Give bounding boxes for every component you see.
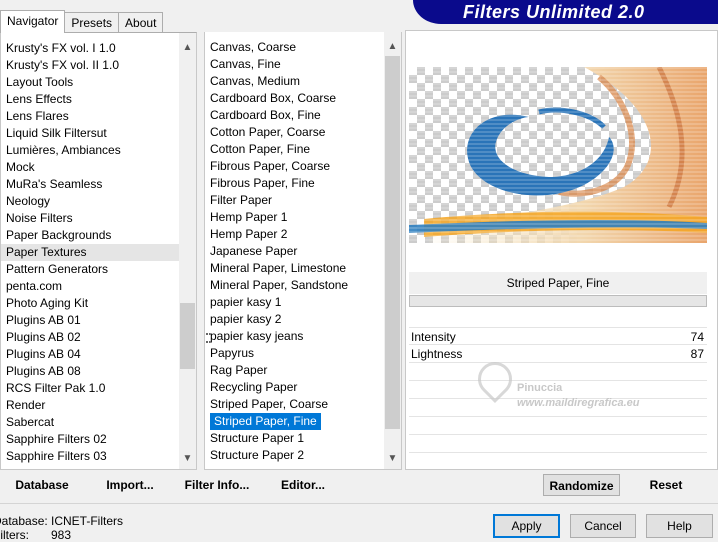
- param-row-intensity[interactable]: Intensity 74: [409, 327, 707, 345]
- list-item[interactable]: Plugins AB 02: [1, 329, 180, 346]
- list-item[interactable]: Cotton Paper, Coarse: [205, 124, 385, 141]
- list-item[interactable]: Krusty's FX vol. II 1.0: [1, 57, 180, 74]
- tab-about[interactable]: About: [118, 12, 164, 32]
- list-item[interactable]: Cotton Paper, Fine: [205, 141, 385, 158]
- app-title-banner: Filters Unlimited 2.0: [413, 0, 718, 24]
- param-row-lightness[interactable]: Lightness 87: [409, 345, 707, 363]
- list-item[interactable]: Plugins AB 08: [1, 363, 180, 380]
- reset-button[interactable]: Reset: [636, 474, 696, 496]
- import-button[interactable]: Import...: [100, 474, 160, 496]
- list-item[interactable]: Canvas, Medium: [205, 73, 385, 90]
- editor-button[interactable]: Editor...: [276, 474, 330, 496]
- category-list[interactable]: Krusty's FX vol. I 1.0 Krusty's FX vol. I…: [0, 32, 197, 470]
- list-item[interactable]: Hemp Paper 2: [205, 226, 385, 243]
- param-row-empty: [409, 435, 707, 453]
- grip-icon: [206, 333, 211, 343]
- scroll-thumb[interactable]: [180, 303, 195, 369]
- list-item[interactable]: Noise Filters: [1, 210, 180, 227]
- list-item[interactable]: Lens Effects: [1, 91, 180, 108]
- list-item[interactable]: Hemp Paper 1: [205, 209, 385, 226]
- app-title: Filters Unlimited 2.0: [463, 2, 645, 22]
- list-item[interactable]: Canvas, Fine: [205, 56, 385, 73]
- list-item[interactable]: Filter Paper: [205, 192, 385, 209]
- list-item[interactable]: Striped Paper, Coarse: [205, 396, 385, 413]
- list-item[interactable]: papier kasy 1: [205, 294, 385, 311]
- randomize-button[interactable]: Randomize: [543, 474, 620, 496]
- apply-button[interactable]: Apply: [493, 514, 560, 538]
- tab-bar: Navigator Presets About: [0, 10, 164, 33]
- category-scrollbar[interactable]: ▲ ▼: [179, 33, 196, 469]
- list-item[interactable]: Sapphire Filters 02: [1, 431, 180, 448]
- help-button[interactable]: Help: [646, 514, 713, 538]
- list-item[interactable]: Render: [1, 397, 180, 414]
- tab-navigator[interactable]: Navigator: [0, 10, 66, 33]
- list-item[interactable]: Recycling Paper: [205, 379, 385, 396]
- list-item[interactable]: Structure Paper 2: [205, 447, 385, 464]
- list-item[interactable]: Plugins AB 01: [1, 312, 180, 329]
- param-row-empty: [409, 417, 707, 435]
- watermark-line2: www.maildiregrafica.eu: [517, 397, 640, 409]
- status-db-value: ICNET-Filters: [51, 514, 123, 528]
- param-label: Intensity: [411, 330, 456, 344]
- filter-items: Canvas, Coarse Canvas, Fine Canvas, Medium…: [205, 39, 385, 464]
- preview-image: [409, 67, 707, 243]
- filter-name-label: Striped Paper, Fine: [409, 272, 707, 294]
- list-item[interactable]: MuRa's Seamless: [1, 176, 180, 193]
- list-item[interactable]: penta.com: [1, 278, 180, 295]
- list-item[interactable]: Mineral Paper, Sandstone: [205, 277, 385, 294]
- list-item[interactable]: Pattern Generators: [1, 261, 180, 278]
- toolbar-divider: [0, 503, 718, 504]
- list-item[interactable]: Sapphire Filters 03: [1, 448, 180, 465]
- list-item[interactable]: Paper Backgrounds: [1, 227, 180, 244]
- list-item[interactable]: Liquid Silk Filtersut: [1, 125, 180, 142]
- list-item[interactable]: Lumières, Ambiances: [1, 142, 180, 159]
- list-item[interactable]: RCS Filter Pak 1.0: [1, 380, 180, 397]
- list-item[interactable]: papier kasy 2: [205, 311, 385, 328]
- database-button[interactable]: Database: [6, 474, 78, 496]
- watermark-line1: Pinuccia: [517, 382, 563, 394]
- cancel-button[interactable]: Cancel: [570, 514, 636, 538]
- list-item[interactable]: Rag Paper: [205, 362, 385, 379]
- filter-scrollbar[interactable]: ▲ ▼: [384, 32, 401, 469]
- list-item[interactable]: Cardboard Box, Coarse: [205, 90, 385, 107]
- list-item[interactable]: Paper Textures: [1, 244, 180, 261]
- list-item[interactable]: Layout Tools: [1, 74, 180, 91]
- list-item[interactable]: Plugins AB 04: [1, 346, 180, 363]
- list-item[interactable]: Canvas, Coarse: [205, 39, 385, 56]
- status-db-label: Database:: [0, 514, 48, 528]
- list-item[interactable]: Japanese Paper: [205, 243, 385, 260]
- param-row-empty: [409, 363, 707, 381]
- category-items: Krusty's FX vol. I 1.0 Krusty's FX vol. I…: [1, 40, 180, 465]
- list-item[interactable]: Neology: [1, 193, 180, 210]
- list-item[interactable]: papier kasy jeans: [205, 328, 385, 345]
- list-item[interactable]: Mineral Paper, Limestone: [205, 260, 385, 277]
- scroll-down-icon[interactable]: ▼: [179, 450, 196, 467]
- list-item[interactable]: Photo Aging Kit: [1, 295, 180, 312]
- scroll-thumb[interactable]: [385, 56, 400, 429]
- list-item[interactable]: Krusty's FX vol. I 1.0: [1, 40, 180, 57]
- param-value: 74: [690, 330, 704, 344]
- list-item[interactable]: Fibrous Paper, Fine: [205, 175, 385, 192]
- list-item[interactable]: Lens Flares: [1, 108, 180, 125]
- list-item[interactable]: Structure Paper 1: [205, 430, 385, 447]
- list-item[interactable]: Mock: [1, 159, 180, 176]
- list-item[interactable]: Fibrous Paper, Coarse: [205, 158, 385, 175]
- list-item-selected[interactable]: Striped Paper, Fine: [210, 413, 321, 430]
- param-label: Lightness: [411, 347, 463, 361]
- scroll-up-icon[interactable]: ▲: [384, 38, 401, 55]
- list-item[interactable]: Cardboard Box, Fine: [205, 107, 385, 124]
- scroll-up-icon[interactable]: ▲: [179, 39, 196, 56]
- filter-info-button[interactable]: Filter Info...: [180, 474, 254, 496]
- tab-presets[interactable]: Presets: [64, 12, 120, 32]
- scroll-down-icon[interactable]: ▼: [384, 450, 401, 467]
- filter-list[interactable]: Canvas, Coarse Canvas, Fine Canvas, Medium…: [204, 32, 402, 470]
- filter-name-bar: [409, 295, 707, 307]
- list-item[interactable]: Sabercat: [1, 414, 180, 431]
- list-item[interactable]: Papyrus: [205, 345, 385, 362]
- param-value: 87: [690, 347, 704, 361]
